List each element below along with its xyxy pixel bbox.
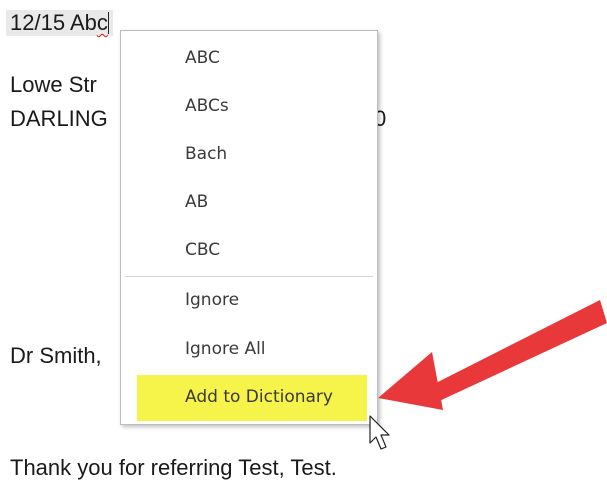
add-to-dictionary-menu-item[interactable]: Add to Dictionary [185,386,333,408]
spellcheck-context-menu: ABC ABCs Bach AB CBC Ignore Ignore All A… [120,30,378,425]
suggestion-bach[interactable]: Bach [185,143,227,165]
ignore-menu-item[interactable]: Ignore [185,289,239,311]
suggestion-cbc[interactable]: CBC [185,239,220,261]
date-text: 12/15 Ab [10,10,97,35]
misspelled-word[interactable]: c [97,10,108,35]
document-line-date: 12/15 Abc [6,10,113,36]
suggestion-abcs[interactable]: ABCs [185,95,229,117]
suggestion-ab[interactable]: AB [185,191,208,213]
red-arrow-icon [378,300,607,410]
document-line-salutation: Dr Smith, [10,343,102,368]
document-line-street: Lowe Str [10,72,97,97]
menu-separator [125,276,373,277]
document-line-city: DARLING [10,106,108,131]
document-line-body: Thank you for referring Test, Test. [10,455,337,480]
text-cursor [107,12,109,34]
ignore-all-menu-item[interactable]: Ignore All [185,338,266,360]
suggestion-abc[interactable]: ABC [185,47,220,69]
